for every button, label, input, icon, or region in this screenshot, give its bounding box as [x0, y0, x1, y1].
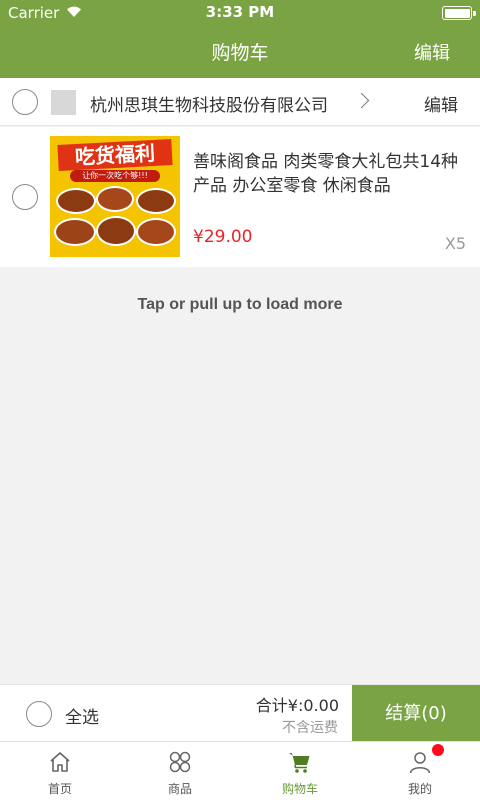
tab-label: 商品 — [167, 782, 192, 796]
product-image-banner: 吃货福利 — [57, 139, 173, 171]
item-select-radio[interactable] — [12, 184, 38, 210]
food-dish — [136, 188, 176, 214]
tab-me[interactable]: 我的 — [360, 742, 480, 800]
food-dish — [96, 216, 136, 246]
select-all-radio[interactable] — [26, 701, 52, 727]
food-dish — [54, 218, 96, 246]
chevron-right-icon[interactable] — [353, 92, 370, 109]
product-quantity: X5 — [444, 234, 466, 253]
tab-products[interactable]: 商品 — [120, 742, 240, 800]
shipping-note: 不含运费 — [282, 720, 338, 736]
load-more-hint[interactable]: Tap or pull up to load more — [0, 296, 480, 314]
tab-home[interactable]: 首页 — [0, 742, 120, 800]
tab-label: 首页 — [47, 782, 72, 796]
shop-header: 杭州思琪生物科技股份有限公司 编辑 — [0, 78, 480, 126]
shop-logo — [51, 90, 76, 115]
tab-label: 我的 — [407, 782, 432, 796]
status-bar: Carrier 3:33 PM — [0, 0, 480, 26]
food-dish — [96, 186, 134, 212]
food-dish — [136, 218, 176, 246]
edit-cart-button[interactable]: 编辑 — [414, 39, 450, 65]
page-title: 购物车 — [211, 42, 269, 64]
battery-icon — [442, 6, 476, 20]
checkout-button[interactable]: 结算(0) — [352, 685, 480, 742]
notification-badge — [432, 744, 444, 756]
grid-icon — [169, 751, 191, 773]
edit-shop-button[interactable]: 编辑 — [424, 91, 458, 116]
total-amount: 合计¥:0.00 — [255, 696, 339, 715]
checkout-bar: 全选 合计¥:0.00 不含运费 结算(0) — [0, 684, 480, 742]
status-time: 3:33 PM — [205, 3, 275, 21]
tab-cart[interactable]: 购物车 — [240, 742, 360, 800]
tab-bar: 首页 商品 购物车 我的 — [0, 741, 480, 800]
shop-name-link[interactable]: 杭州思琪生物科技股份有限公司 — [90, 91, 328, 116]
product-image[interactable]: 吃货福利 让你一次吃个够!!! — [50, 136, 180, 257]
shop-select-radio[interactable] — [12, 89, 38, 115]
user-icon — [409, 752, 431, 774]
cart-icon — [289, 753, 310, 773]
top-bar: Carrier 3:33 PM 购物车 编辑 — [0, 0, 480, 78]
home-icon — [50, 752, 70, 772]
product-title[interactable]: 善味阁食品 肉类零食大礼包共14种产品 办公室零食 休闲食品 — [193, 150, 465, 198]
product-price: ¥29.00 — [193, 227, 253, 247]
food-dish — [56, 188, 96, 214]
tab-label: 购物车 — [281, 782, 318, 796]
select-all-label[interactable]: 全选 — [65, 703, 99, 728]
product-image-subline: 让你一次吃个够!!! — [70, 170, 160, 182]
